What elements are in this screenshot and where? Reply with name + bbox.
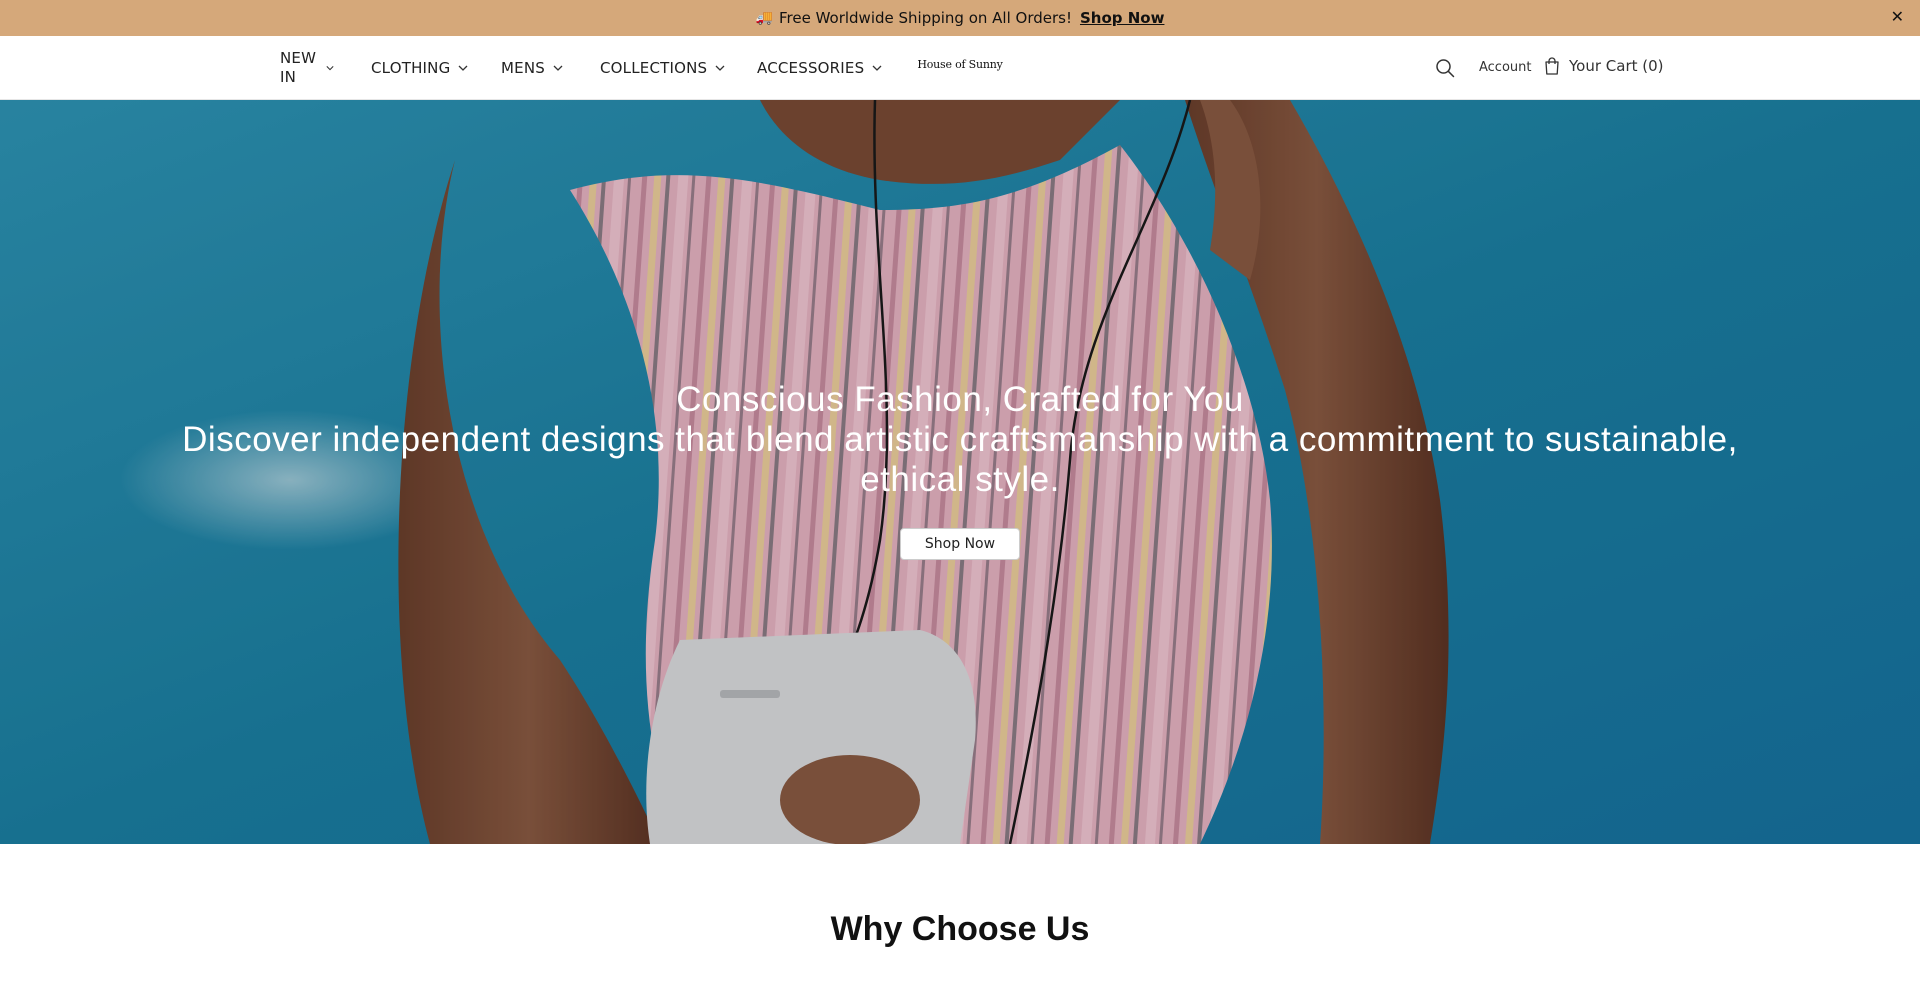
announcement-bar: 🚚 Free Worldwide Shipping on All Orders!… — [0, 0, 1920, 36]
nav-item-label: COLLECTIONS — [600, 59, 708, 77]
hero-title: Conscious Fashion, Crafted for You — [676, 380, 1244, 419]
nav-item-label: MENS — [501, 59, 545, 77]
announcement-text: Free Worldwide Shipping on All Orders! — [778, 9, 1072, 27]
cart-button[interactable]: Your Cart (0) — [1544, 57, 1664, 75]
chevron-down-icon — [553, 65, 563, 71]
why-choose-us-heading: Why Choose Us — [830, 910, 1090, 948]
close-announcement-button[interactable]: ✕ — [1891, 8, 1904, 26]
truck-icon: 🚚 — [755, 10, 773, 26]
nav-item-label: NEW IN — [280, 49, 317, 86]
cart-label: Your Cart (0) — [1569, 57, 1664, 75]
hero-banner: Conscious Fashion, Crafted for You Disco… — [0, 100, 1920, 844]
chevron-down-icon — [458, 65, 468, 71]
shopping-bag-icon — [1545, 57, 1559, 75]
nav-item-new-in[interactable]: NEW IN — [280, 36, 340, 100]
nav-item-accessories[interactable]: ACCESSORIES — [757, 36, 882, 100]
site-logo[interactable]: House of Sunny — [912, 58, 1008, 71]
nav-item-clothing[interactable]: CLOTHING — [371, 36, 468, 100]
site-header: NEW IN CLOTHING MENS COLLECTIONS ACCESSO… — [0, 36, 1920, 100]
chevron-down-icon — [326, 66, 334, 71]
search-icon[interactable] — [1434, 57, 1456, 79]
chevron-down-icon — [715, 65, 725, 71]
hero-shop-now-button[interactable]: Shop Now — [900, 528, 1020, 560]
nav-item-mens[interactable]: MENS — [501, 36, 563, 100]
hero-text: Conscious Fashion, Crafted for You Disco… — [0, 380, 1920, 500]
account-link[interactable]: Account — [1479, 60, 1532, 75]
nav-item-label: ACCESSORIES — [757, 59, 865, 77]
nav-item-collections[interactable]: COLLECTIONS — [600, 36, 725, 100]
announcement-shop-now-link[interactable]: Shop Now — [1080, 9, 1164, 27]
nav-item-label: CLOTHING — [371, 59, 451, 77]
chevron-down-icon — [872, 65, 882, 71]
hero-subtitle: Discover independent designs that blend … — [182, 420, 1738, 499]
